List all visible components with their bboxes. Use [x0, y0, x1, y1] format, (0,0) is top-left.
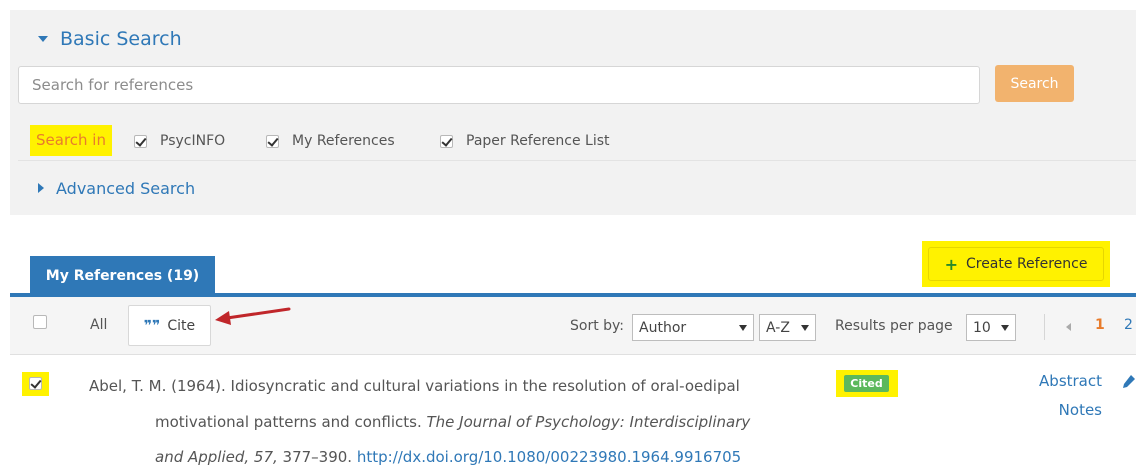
cite-label: Cite	[167, 317, 196, 334]
citation-journal-1: The Journal of Psychology: Interdiscipli…	[426, 413, 751, 431]
plus-icon: +	[944, 254, 958, 274]
create-reference-label: Create Reference	[965, 256, 1088, 272]
cited-badge: Cited	[844, 375, 889, 392]
caret-down-icon	[38, 36, 48, 42]
toolbar-divider	[10, 354, 1136, 355]
sort-field-select[interactable]: Author	[632, 314, 754, 341]
tab-my-references-label: My References (19)	[45, 268, 200, 284]
citation-journal-2: and Applied, 57,	[155, 448, 278, 466]
page-1-link[interactable]: 1	[1095, 317, 1105, 333]
citation-line-2: motivational patterns and conflicts. The…	[155, 413, 750, 431]
result-checkbox-highlight	[22, 372, 49, 396]
psycinfo-label: PsycINFO	[160, 133, 226, 149]
results-per-page-value: 10	[973, 319, 991, 336]
chevron-down-icon	[1001, 324, 1009, 331]
doi-link[interactable]: http://dx.doi.org/10.1080/00223980.1964.…	[357, 448, 741, 466]
citation-text-1: Abel, T. M. (1964). Idiosyncratic and cu…	[89, 377, 740, 395]
sort-order-value: A-Z	[766, 319, 790, 336]
my-references-checkbox[interactable]	[266, 134, 279, 148]
select-all-label: All	[90, 317, 108, 333]
advanced-search-toggle[interactable]: Advanced Search	[38, 176, 195, 200]
results-per-page-select[interactable]: 10	[966, 314, 1016, 341]
sort-field-value: Author	[639, 319, 687, 336]
search-in-label: Search in	[30, 125, 112, 156]
citation-text-2: motivational patterns and conflicts.	[155, 413, 427, 431]
search-input[interactable]	[18, 66, 980, 104]
notes-link[interactable]: Notes	[1010, 401, 1102, 419]
citation-line-1: Abel, T. M. (1964). Idiosyncratic and cu…	[89, 377, 740, 395]
caret-right-icon	[38, 183, 44, 193]
citation-line-3: and Applied, 57, 377–390. http://dx.doi.…	[155, 448, 741, 466]
source-psycinfo[interactable]: PsycINFO	[134, 132, 225, 150]
chevron-left-icon[interactable]	[1066, 323, 1071, 331]
result-checkbox[interactable]	[29, 377, 42, 390]
create-reference-button[interactable]: + Create Reference	[928, 247, 1104, 281]
my-references-source-label: My References	[292, 133, 395, 149]
cited-badge-highlight: Cited	[836, 370, 898, 397]
quote-icon: ❞❞	[143, 317, 161, 334]
results-per-page-label: Results per page	[835, 318, 953, 334]
psycinfo-checkbox[interactable]	[134, 134, 147, 148]
abstract-link[interactable]: Abstract	[1010, 372, 1102, 390]
sort-by-label: Sort by:	[570, 318, 625, 334]
select-all-checkbox[interactable]	[33, 315, 47, 329]
basic-search-label: Basic Search	[60, 28, 182, 50]
source-paper-reference-list[interactable]: Paper Reference List	[440, 132, 610, 150]
annotation-arrow	[215, 307, 291, 325]
cite-button[interactable]: ❞❞ Cite	[128, 305, 211, 346]
chevron-down-icon	[739, 324, 747, 331]
advanced-search-label: Advanced Search	[56, 178, 196, 198]
search-button[interactable]: Search	[995, 65, 1074, 102]
page-2-link[interactable]: 2	[1124, 317, 1133, 333]
paper-reference-list-checkbox[interactable]	[440, 134, 453, 148]
pencil-icon[interactable]	[1122, 374, 1136, 390]
chevron-down-icon	[801, 324, 809, 331]
citation-pages: 377–390.	[277, 448, 357, 466]
create-reference-highlight: + Create Reference	[922, 241, 1110, 287]
source-my-references[interactable]: My References	[266, 132, 395, 150]
sort-order-select[interactable]: A-Z	[759, 314, 816, 341]
pagination-divider	[1044, 314, 1045, 340]
paper-reference-list-label: Paper Reference List	[466, 133, 610, 149]
tab-my-references[interactable]: My References (19)	[30, 256, 215, 296]
basic-search-toggle[interactable]: Basic Search	[38, 26, 182, 52]
search-divider	[18, 160, 1136, 161]
